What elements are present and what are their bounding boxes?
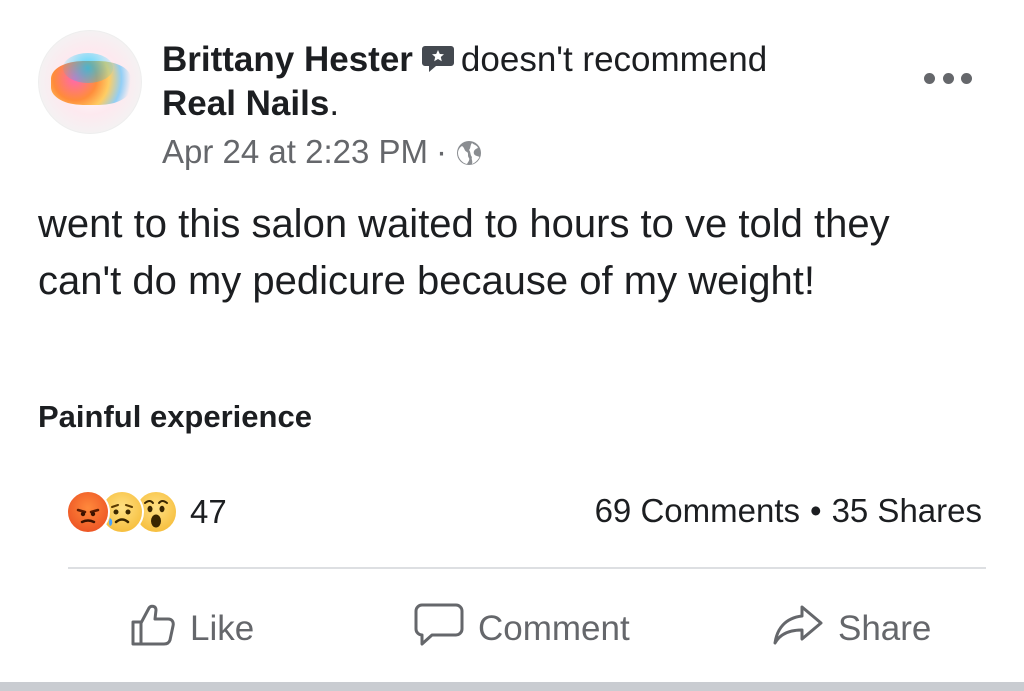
more-dot-icon: [924, 72, 935, 84]
feeling-label: Painful experience: [38, 399, 312, 434]
comment-button[interactable]: Comment: [414, 596, 630, 662]
post-meta: Apr 24 at 2:23 PM ·: [162, 133, 483, 175]
shares-count-link[interactable]: 35 Shares: [832, 492, 982, 529]
avatar-splash-accent: [63, 53, 113, 83]
like-button[interactable]: Like: [130, 596, 254, 662]
more-dot-icon: [942, 72, 954, 84]
thumbs-up-icon: [130, 603, 190, 656]
angry-reaction-icon: [66, 490, 110, 534]
page-name-link[interactable]: Real Nails: [162, 84, 329, 123]
speech-bubble-icon: [414, 602, 478, 657]
feed-separator-bar: [0, 682, 1024, 691]
meta-separator: ·: [435, 133, 447, 170]
reactions-summary[interactable]: 47: [66, 488, 227, 536]
page-name-suffix: .: [329, 84, 340, 123]
author-name[interactable]: Brittany Hester: [162, 40, 413, 79]
globe-icon: [455, 137, 483, 175]
review-post: Brittany Hester doesn't recommend Real Na…: [0, 0, 1024, 682]
more-dot-icon: [961, 72, 972, 84]
like-label: Like: [190, 609, 255, 648]
comments-count-link[interactable]: 69 Comments: [595, 492, 800, 529]
share-arrow-icon: [772, 603, 838, 656]
share-label: Share: [838, 609, 932, 648]
recommendation-icon: [421, 43, 455, 83]
engagement-stats: 69 Comments • 35 Shares: [595, 490, 982, 532]
post-timestamp[interactable]: Apr 24 at 2:23 PM: [162, 133, 428, 170]
action-bar: Like Comment Share: [0, 596, 1024, 662]
avatar[interactable]: [38, 30, 142, 134]
page-name-line: Real Nails.: [162, 84, 339, 124]
comment-label: Comment: [478, 609, 630, 648]
more-options-button[interactable]: [924, 64, 972, 92]
divider: [68, 567, 986, 569]
post-header: Brittany Hester doesn't recommend: [162, 40, 767, 83]
post-body: went to this salon waited to hours to ve…: [38, 202, 890, 303]
stats-separator: •: [810, 492, 822, 529]
recommendation-text: doesn't recommend: [460, 40, 768, 79]
share-button[interactable]: Share: [772, 596, 931, 662]
reaction-count: 47: [190, 493, 227, 530]
